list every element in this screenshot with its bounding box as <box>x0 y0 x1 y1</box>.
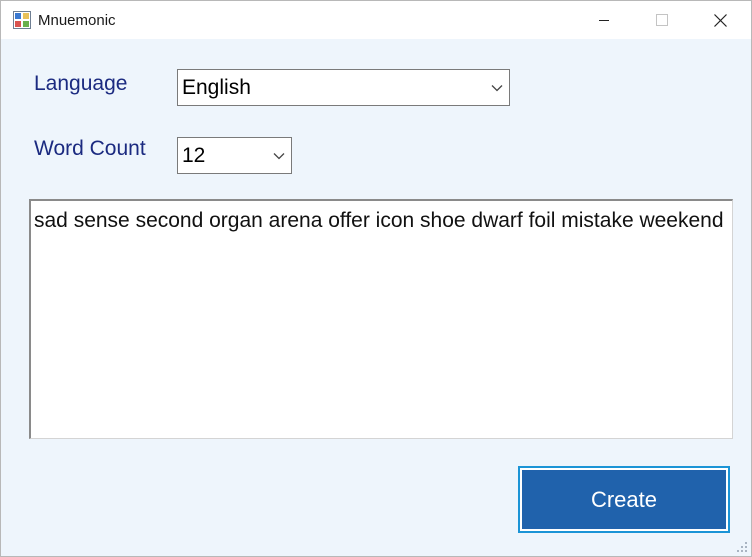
word-count-label: Word Count <box>34 137 146 160</box>
language-select[interactable]: English <box>177 69 510 106</box>
language-label: Language <box>34 72 128 95</box>
resize-grip-icon[interactable] <box>736 541 748 553</box>
title-bar[interactable]: Mnuemonic <box>1 1 751 39</box>
close-icon <box>713 13 727 27</box>
maximize-icon <box>656 14 668 26</box>
chevron-down-icon <box>491 84 503 91</box>
minimize-button[interactable] <box>575 1 633 39</box>
mnemonic-textbox[interactable]: sad sense second organ arena offer icon … <box>29 199 733 439</box>
word-count-select[interactable]: 12 <box>177 137 292 174</box>
language-select-value: English <box>182 75 251 99</box>
minimize-icon <box>599 20 609 21</box>
chevron-down-icon <box>273 152 285 159</box>
maximize-button[interactable] <box>633 1 691 39</box>
app-window: Mnuemonic Language English Word Count 12 <box>0 0 752 557</box>
close-button[interactable] <box>691 1 749 39</box>
create-button[interactable]: Create <box>518 466 730 533</box>
word-count-select-value: 12 <box>182 143 206 167</box>
window-title: Mnuemonic <box>38 12 116 29</box>
app-window-icon <box>13 11 31 29</box>
